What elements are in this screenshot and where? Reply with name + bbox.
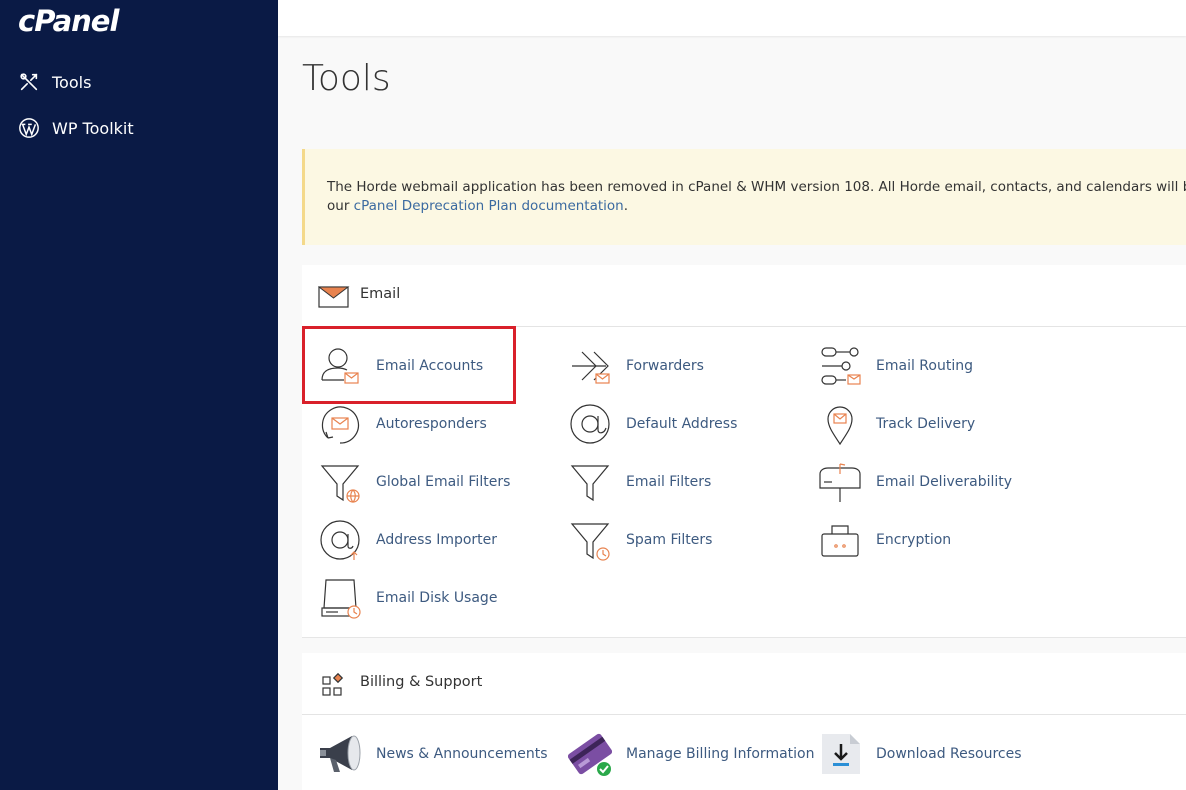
default-address-tool[interactable]: Default Address [568, 401, 737, 447]
address-importer-tool[interactable]: Address Importer [318, 517, 497, 563]
alert-prefix: our [327, 198, 354, 214]
page-title: Tools [302, 58, 391, 99]
sidebar-item-tools[interactable]: Tools [18, 71, 91, 93]
billing-section-title: Billing & Support [360, 674, 483, 690]
sidebar-item-wp-toolkit[interactable]: WP Toolkit [18, 117, 134, 139]
spam-filters-icon [570, 523, 610, 561]
alert-text-line2: our cPanel Deprecation Plan documentatio… [327, 197, 628, 216]
cpanel-logo[interactable]: cPanel [18, 4, 119, 38]
manage-billing-tool[interactable]: Manage Billing Information [568, 731, 814, 777]
tool-label: Spam Filters [626, 532, 713, 548]
forwarders-icon [572, 351, 610, 384]
encryption-icon [821, 525, 859, 557]
download-icon [822, 734, 860, 774]
address-importer-icon [320, 520, 360, 560]
encryption-tool[interactable]: Encryption [818, 517, 951, 563]
envelope-icon [318, 286, 350, 308]
email-deliverability-tool[interactable]: Email Deliverability [818, 459, 1012, 505]
email-section-title: Email [360, 286, 401, 302]
tool-label: Track Delivery [876, 416, 976, 432]
top-bar [278, 0, 1186, 36]
tool-label: Download Resources [876, 746, 1022, 762]
email-panel-header[interactable]: Email [302, 265, 1186, 327]
track-delivery-icon [827, 406, 853, 446]
sidebar-item-label: WP Toolkit [52, 118, 134, 138]
tool-label: Forwarders [626, 358, 704, 374]
email-deliverability-icon [819, 463, 861, 502]
track-delivery-tool[interactable]: Track Delivery [818, 401, 975, 447]
tool-label: Encryption [876, 532, 952, 548]
alert-text: The Horde webmail application has been r… [327, 179, 1186, 195]
tools-icon [20, 73, 38, 91]
default-address-icon [570, 404, 610, 444]
email-routing-icon [821, 347, 861, 385]
tool-label: Address Importer [376, 532, 498, 548]
email-filters-tool[interactable]: Email Filters [568, 459, 711, 505]
forwarders-tool[interactable]: Forwarders [568, 343, 704, 389]
billing-panel-header[interactable]: Billing & Support [302, 653, 1186, 715]
email-routing-tool[interactable]: Email Routing [818, 343, 973, 389]
credit-card-icon [568, 733, 612, 776]
deprecation-plan-link[interactable]: cPanel Deprecation Plan documentation [354, 198, 624, 214]
highlight-box [302, 326, 516, 404]
global-email-filters-icon [320, 465, 360, 503]
news-announcements-tool[interactable]: News & Announcements [318, 731, 548, 777]
tool-label: Email Filters [626, 474, 712, 490]
tool-label: Email Disk Usage [376, 590, 498, 606]
tool-label: Email Routing [876, 358, 973, 374]
tool-label: Default Address [626, 416, 738, 432]
global-email-filters-tool[interactable]: Global Email Filters [318, 459, 510, 505]
megaphone-icon [320, 735, 361, 772]
email-filters-icon [570, 465, 610, 502]
grid-apps-icon [322, 672, 344, 696]
tool-label: Global Email Filters [376, 474, 511, 490]
autoresponders-tool[interactable]: Autoresponders [318, 401, 487, 447]
email-disk-usage-tool[interactable]: Email Disk Usage [318, 575, 497, 621]
tool-label: Autoresponders [376, 416, 487, 432]
sidebar: cPanel Tools WP Toolkit [0, 0, 278, 790]
deprecation-alert: The Horde webmail application has been r… [302, 149, 1186, 245]
tool-label: News & Announcements [376, 746, 548, 762]
wordpress-icon [19, 118, 39, 138]
tool-label: Manage Billing Information [626, 746, 815, 762]
tool-label: Email Deliverability [876, 474, 1013, 490]
autoresponders-icon [321, 406, 360, 444]
alert-suffix: . [623, 198, 629, 214]
sidebar-item-label: Tools [52, 72, 92, 92]
spam-filters-tool[interactable]: Spam Filters [568, 517, 712, 563]
email-disk-usage-icon [321, 579, 361, 619]
download-resources-tool[interactable]: Download Resources [818, 731, 1022, 777]
